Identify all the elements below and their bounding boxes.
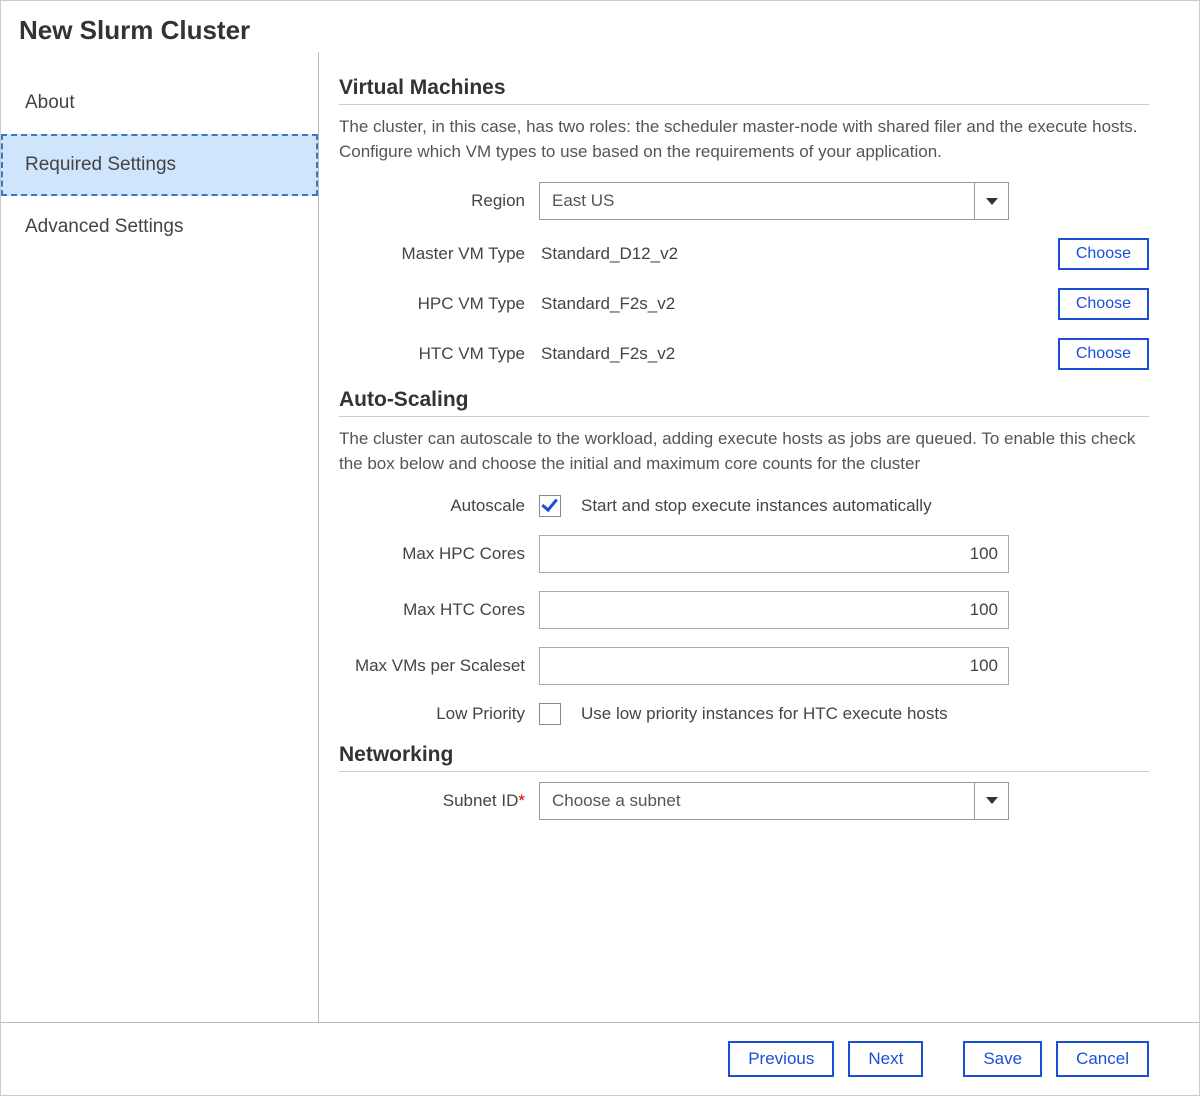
- section-heading-auto: Auto-Scaling: [339, 388, 1149, 412]
- region-select-value: East US: [540, 183, 974, 219]
- region-select-toggle[interactable]: [974, 183, 1008, 219]
- low-priority-checkbox[interactable]: [539, 703, 561, 725]
- label-subnet-id-text: Subnet ID: [443, 791, 519, 810]
- choose-hpc-vm-button[interactable]: Choose: [1058, 288, 1149, 320]
- section-desc-vm: The cluster, in this case, has two roles…: [339, 115, 1149, 164]
- autoscale-checkbox-label: Start and stop execute instances automat…: [581, 496, 932, 516]
- section-desc-auto: The cluster can autoscale to the workloa…: [339, 427, 1149, 476]
- divider: [339, 771, 1149, 772]
- htc-vm-value: Standard_F2s_v2: [539, 338, 1048, 370]
- subnet-select-value: Choose a subnet: [540, 783, 974, 819]
- section-heading-net: Networking: [339, 743, 1149, 767]
- region-select[interactable]: East US: [539, 182, 1009, 220]
- hpc-vm-value: Standard_F2s_v2: [539, 288, 1048, 320]
- max-htc-cores-input[interactable]: [539, 591, 1009, 629]
- max-hpc-cores-input[interactable]: [539, 535, 1009, 573]
- autoscale-checkbox[interactable]: [539, 495, 561, 517]
- sidebar-item-required-settings[interactable]: Required Settings: [1, 134, 318, 196]
- label-max-htc-cores: Max HTC Cores: [339, 600, 539, 620]
- save-button[interactable]: Save: [963, 1041, 1042, 1077]
- label-max-vms-scaleset: Max VMs per Scaleset: [339, 656, 539, 676]
- dialog-window: New Slurm Cluster About Required Setting…: [0, 0, 1200, 1096]
- sidebar-item-about[interactable]: About: [1, 72, 318, 134]
- previous-button[interactable]: Previous: [728, 1041, 834, 1077]
- cancel-button[interactable]: Cancel: [1056, 1041, 1149, 1077]
- footer: Previous Next Save Cancel: [1, 1022, 1199, 1095]
- subnet-select[interactable]: Choose a subnet: [539, 782, 1009, 820]
- section-heading-vm: Virtual Machines: [339, 76, 1149, 100]
- label-region: Region: [339, 191, 539, 211]
- required-asterisk: *: [518, 791, 525, 810]
- label-htc-vm: HTC VM Type: [339, 344, 539, 364]
- label-subnet-id: Subnet ID*: [339, 791, 539, 811]
- label-low-priority: Low Priority: [339, 704, 539, 724]
- sidebar-item-advanced-settings[interactable]: Advanced Settings: [1, 196, 318, 258]
- label-max-hpc-cores: Max HPC Cores: [339, 544, 539, 564]
- main-panel: Virtual Machines The cluster, in this ca…: [319, 52, 1199, 1022]
- dialog-title: New Slurm Cluster: [1, 1, 1199, 52]
- chevron-down-icon: [986, 198, 998, 205]
- sidebar: About Required Settings Advanced Setting…: [1, 52, 319, 1022]
- dialog-body: About Required Settings Advanced Setting…: [1, 52, 1199, 1022]
- low-priority-checkbox-label: Use low priority instances for HTC execu…: [581, 704, 948, 724]
- chevron-down-icon: [986, 797, 998, 804]
- master-vm-value: Standard_D12_v2: [539, 238, 1048, 270]
- choose-htc-vm-button[interactable]: Choose: [1058, 338, 1149, 370]
- choose-master-vm-button[interactable]: Choose: [1058, 238, 1149, 270]
- label-hpc-vm: HPC VM Type: [339, 294, 539, 314]
- subnet-select-toggle[interactable]: [974, 783, 1008, 819]
- divider: [339, 104, 1149, 105]
- next-button[interactable]: Next: [848, 1041, 923, 1077]
- label-master-vm: Master VM Type: [339, 244, 539, 264]
- label-autoscale: Autoscale: [339, 496, 539, 516]
- max-vms-scaleset-input[interactable]: [539, 647, 1009, 685]
- divider: [339, 416, 1149, 417]
